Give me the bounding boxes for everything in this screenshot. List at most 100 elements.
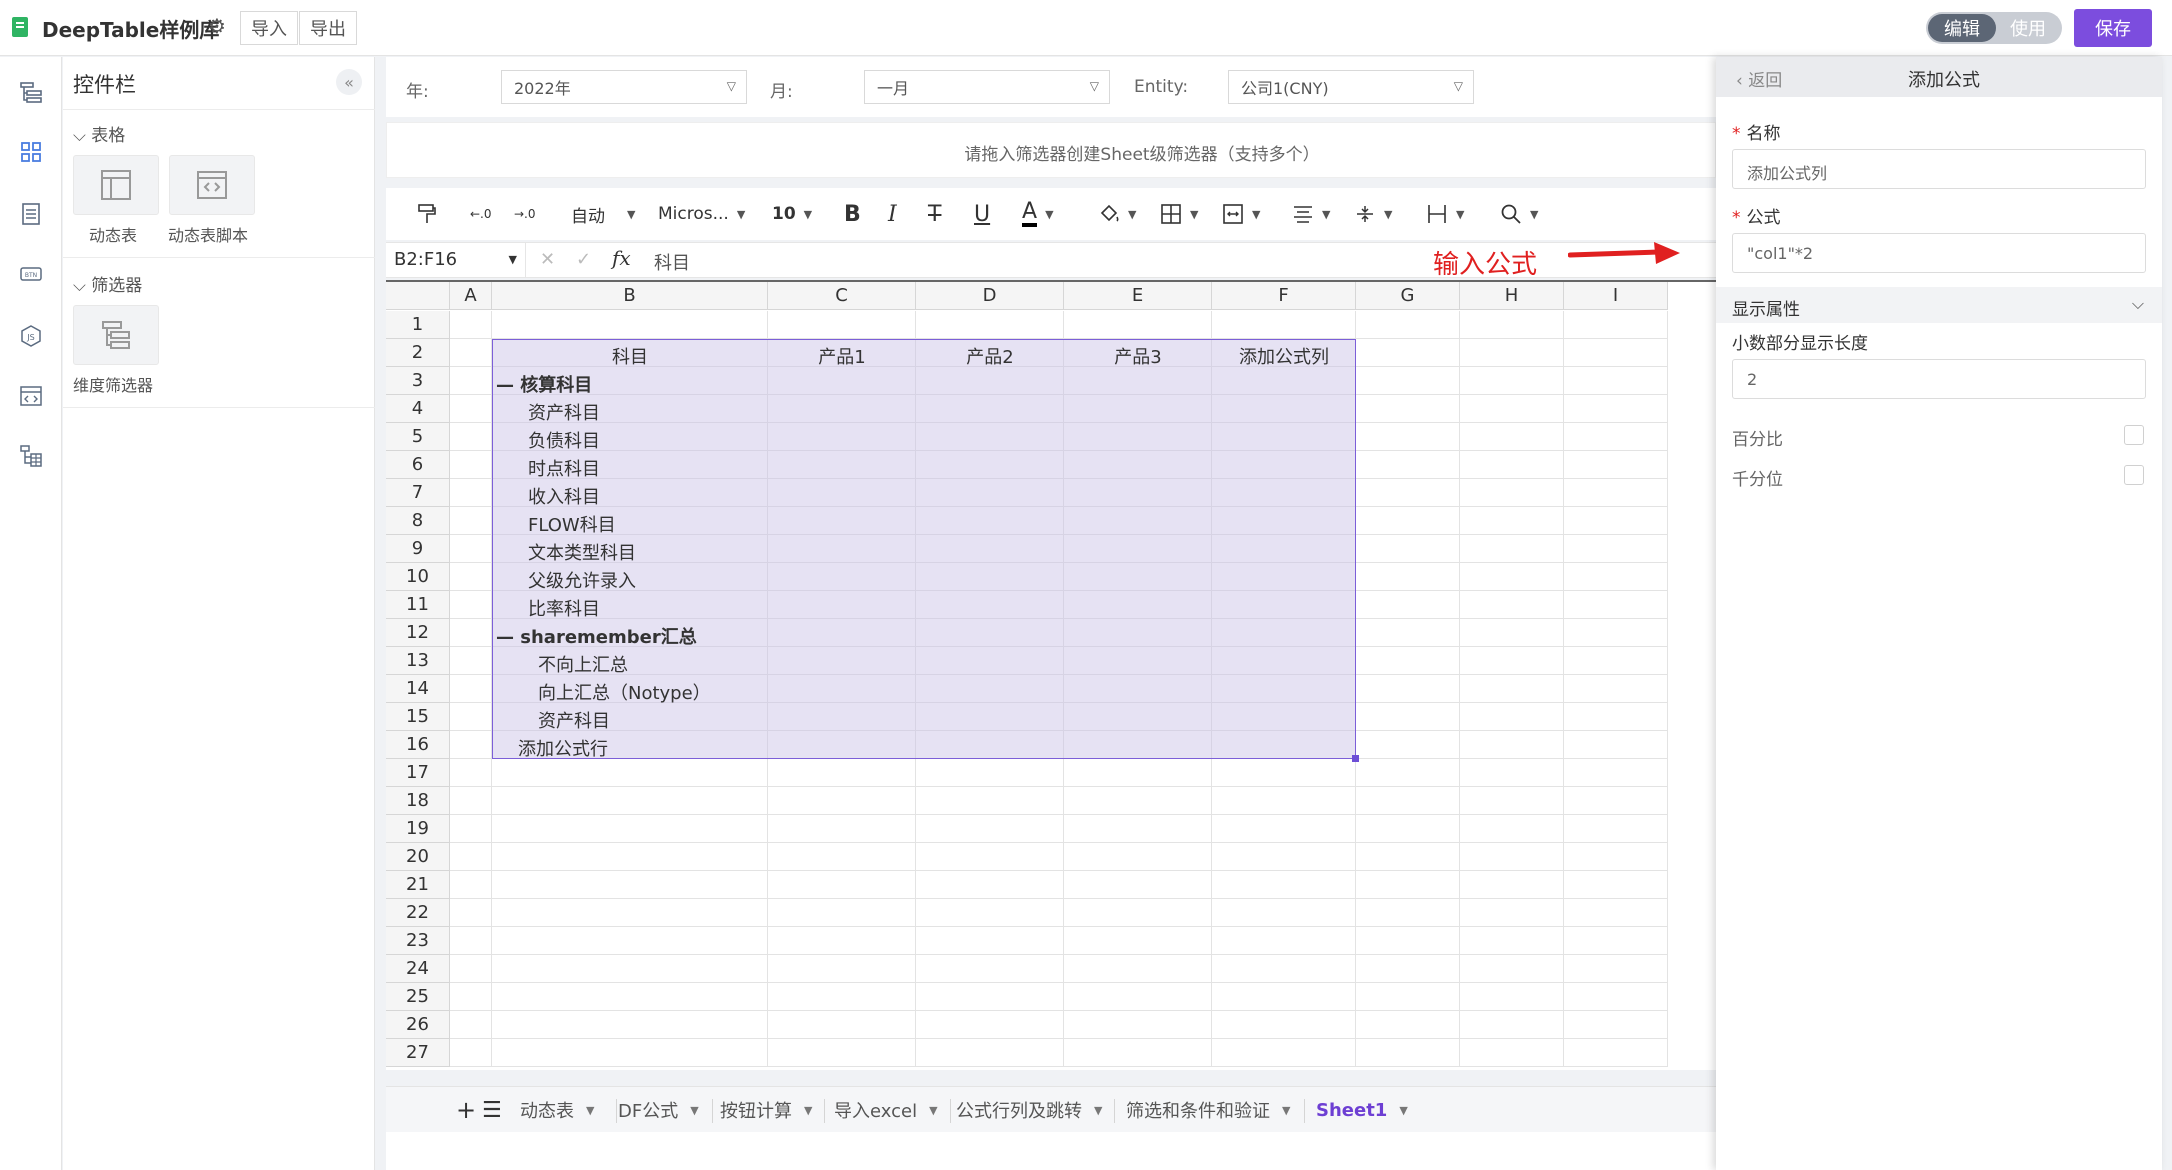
- row-header[interactable]: 19: [386, 815, 450, 843]
- grid-cell[interactable]: [1564, 311, 1668, 339]
- grid-cell[interactable]: [1564, 339, 1668, 367]
- grid-cell[interactable]: [1564, 899, 1668, 927]
- grid-cell[interactable]: [768, 955, 916, 983]
- confirm-icon[interactable]: ✓: [576, 249, 591, 270]
- javascript-icon[interactable]: JS: [18, 323, 44, 349]
- decimal-length-field[interactable]: 2: [1732, 359, 2146, 399]
- row-header[interactable]: 23: [386, 927, 450, 955]
- row-header[interactable]: 26: [386, 1011, 450, 1039]
- grid-cell[interactable]: [450, 703, 492, 731]
- fill-handle[interactable]: [1352, 755, 1359, 762]
- grid-cell[interactable]: [1356, 843, 1460, 871]
- grid-cell[interactable]: [1564, 1039, 1668, 1067]
- grid-cell[interactable]: [1460, 591, 1564, 619]
- widgets-grid-icon[interactable]: [18, 139, 44, 165]
- grid-cell[interactable]: [450, 451, 492, 479]
- grid-cell[interactable]: [1564, 507, 1668, 535]
- widget-dynamic-script[interactable]: [169, 155, 255, 215]
- grid-cell[interactable]: [1356, 479, 1460, 507]
- grid-cell[interactable]: [492, 815, 768, 843]
- search-icon[interactable]: ▼: [1500, 200, 1538, 228]
- grid-cell[interactable]: [1460, 479, 1564, 507]
- grid-cell[interactable]: [450, 367, 492, 395]
- grid-cell[interactable]: [1356, 871, 1460, 899]
- grid-cell[interactable]: [492, 843, 768, 871]
- grid-cell[interactable]: [1460, 983, 1564, 1011]
- grid-cell[interactable]: [916, 815, 1064, 843]
- italic-icon[interactable]: I: [888, 200, 897, 228]
- grid-cell[interactable]: [1564, 983, 1668, 1011]
- underline-icon[interactable]: U: [974, 200, 990, 228]
- grid-cell[interactable]: [1064, 787, 1212, 815]
- grid-cell[interactable]: [1564, 955, 1668, 983]
- add-sheet-icon[interactable]: +: [456, 1096, 476, 1124]
- grid-cell[interactable]: [492, 899, 768, 927]
- grid-cell[interactable]: [450, 871, 492, 899]
- align-vertical-icon[interactable]: ▼: [1354, 200, 1392, 228]
- row-header[interactable]: 16: [386, 731, 450, 759]
- grid-cell[interactable]: [1356, 731, 1460, 759]
- grid-cell[interactable]: [1212, 787, 1356, 815]
- row-header[interactable]: 2: [386, 339, 450, 367]
- section-filters[interactable]: ⌵ 筛选器: [73, 271, 142, 296]
- grid-cell[interactable]: [1064, 983, 1212, 1011]
- grid-cell[interactable]: [450, 339, 492, 367]
- grid-cell[interactable]: [1460, 787, 1564, 815]
- number-format-select[interactable]: 自动 ▼: [571, 200, 635, 228]
- name-field[interactable]: 添加公式列: [1732, 149, 2146, 189]
- grid-cell[interactable]: [1064, 1011, 1212, 1039]
- row-header[interactable]: 10: [386, 563, 450, 591]
- column-width-icon[interactable]: ▼: [1426, 200, 1464, 228]
- grid-cell[interactable]: [1212, 815, 1356, 843]
- grid-cell[interactable]: [1564, 871, 1668, 899]
- grid-cell[interactable]: [1356, 787, 1460, 815]
- grid-cell[interactable]: [768, 1011, 916, 1039]
- grid-cell[interactable]: [450, 843, 492, 871]
- tree-table-icon[interactable]: [18, 443, 44, 469]
- import-button[interactable]: 导入: [240, 11, 298, 45]
- grid-cell[interactable]: [1564, 675, 1668, 703]
- grid-cell[interactable]: [768, 311, 916, 339]
- column-header[interactable]: G: [1356, 282, 1460, 310]
- percent-checkbox[interactable]: [2124, 425, 2144, 445]
- sheet-tab[interactable]: 筛选和条件和验证 ▼: [1126, 1097, 1290, 1123]
- grid-cell[interactable]: [1064, 1039, 1212, 1067]
- grid-cell[interactable]: [1356, 1011, 1460, 1039]
- grid-cell[interactable]: [1064, 311, 1212, 339]
- format-painter-icon[interactable]: [416, 200, 438, 228]
- grid-cell[interactable]: [1356, 955, 1460, 983]
- grid-cell[interactable]: [1564, 647, 1668, 675]
- row-header[interactable]: 15: [386, 703, 450, 731]
- row-header[interactable]: 6: [386, 451, 450, 479]
- grid-cell[interactable]: [450, 563, 492, 591]
- font-color-icon[interactable]: A ▼: [1022, 200, 1054, 228]
- grid-cell[interactable]: [1564, 591, 1668, 619]
- grid-cell[interactable]: [1356, 1039, 1460, 1067]
- grid-cell[interactable]: [1064, 815, 1212, 843]
- strikethrough-icon[interactable]: T: [928, 200, 941, 228]
- grid-cell[interactable]: [1460, 395, 1564, 423]
- grid-cell[interactable]: [450, 507, 492, 535]
- borders-icon[interactable]: ▼: [1160, 200, 1198, 228]
- sheet-tab[interactable]: 按钮计算 ▼: [720, 1097, 812, 1123]
- formula-input[interactable]: 科目: [654, 249, 690, 275]
- grid-cell[interactable]: [450, 619, 492, 647]
- grid-cell[interactable]: [916, 759, 1064, 787]
- cell-reference-box[interactable]: B2:F16 ▼: [386, 243, 526, 277]
- grid-cell[interactable]: [1356, 451, 1460, 479]
- grid-cell[interactable]: [450, 395, 492, 423]
- grid-cell[interactable]: [1356, 703, 1460, 731]
- grid-cell[interactable]: [1564, 703, 1668, 731]
- grid-cell[interactable]: [1460, 507, 1564, 535]
- grid-cell[interactable]: [916, 927, 1064, 955]
- grid-cell[interactable]: [450, 647, 492, 675]
- grid-cell[interactable]: [768, 815, 916, 843]
- grid-cell[interactable]: [1564, 927, 1668, 955]
- grid-cell[interactable]: [1064, 843, 1212, 871]
- grid-cell[interactable]: [450, 731, 492, 759]
- grid-cell[interactable]: [1212, 899, 1356, 927]
- grid-cell[interactable]: [1356, 647, 1460, 675]
- grid-cell[interactable]: [1460, 535, 1564, 563]
- grid-cell[interactable]: [450, 535, 492, 563]
- grid-cell[interactable]: [768, 899, 916, 927]
